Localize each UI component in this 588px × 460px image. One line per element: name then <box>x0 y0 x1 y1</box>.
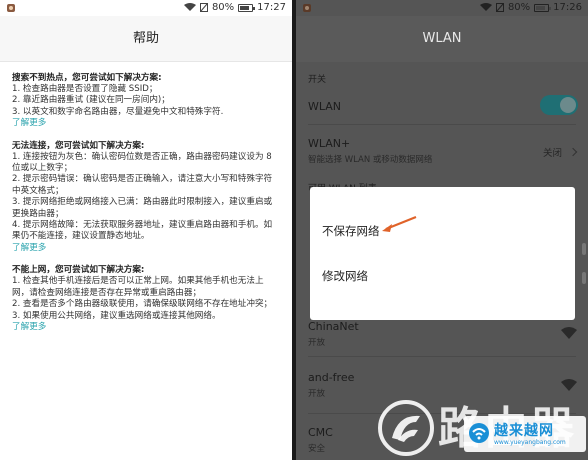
scroll-indicator <box>582 243 586 255</box>
chevron-right-icon <box>568 147 578 157</box>
status-bar: 80% 17:27 <box>0 0 292 16</box>
network-name: and-free <box>308 371 355 384</box>
help-line: 2. 提示密码错误：确认密码是否正确输入，请注意大小写和特殊字符中英文格式； <box>12 174 273 196</box>
page-title: 帮助 <box>0 16 292 62</box>
wlan-plus-description: 智能选择 WLAN 或移动数据网络 <box>308 155 433 165</box>
wifi-signal-icon <box>561 379 577 391</box>
switch-section-label: 开关 <box>308 75 327 85</box>
help-line: 3. 如果使用公共网络，建议重选网络或连接其他网络。 <box>12 310 221 321</box>
help-section-cannot-connect: 无法连接，您可尝试如下解决方案: 1. 连接按钮为灰色：确认密码位数是否正确，路… <box>12 140 280 255</box>
wlan-plus-row[interactable]: WLAN+ 智能选择 WLAN 或移动数据网络 关闭 <box>296 125 588 177</box>
forget-network-label: 不保存网络 <box>322 224 380 238</box>
modify-network-label: 修改网络 <box>322 269 368 283</box>
learn-more-link[interactable]: 了解更多 <box>12 118 280 129</box>
battery-percent: 80% <box>211 2 235 13</box>
help-line: 2. 靠近路由器重试 (建议在同一房间内)； <box>12 95 170 106</box>
forget-network-option[interactable]: 不保存网络 <box>310 209 575 254</box>
brand-logo-icon <box>378 400 434 456</box>
wlan-toggle[interactable] <box>540 95 578 115</box>
battery-icon <box>534 3 552 12</box>
help-line: 1. 检查路由器是否设置了隐藏 SSID； <box>12 84 158 94</box>
help-screen: 80% 17:27 帮助 搜索不到热点，您可尝试如下解决方案: 1. 检查路由器… <box>0 0 292 460</box>
network-name: ChinaNet <box>308 320 359 333</box>
status-bar: 80% 17:26 <box>296 0 588 16</box>
section-heading: 不能上网，您可尝试如下解决方案: <box>12 265 145 276</box>
page-title: WLAN <box>296 16 588 62</box>
modify-network-option[interactable]: 修改网络 <box>310 254 575 299</box>
help-line: 1. 连接按钮为灰色：确认密码位数是否正确，路由器密码建议设为 8 位或以上数字… <box>12 151 272 174</box>
help-line: 2. 查看是否多个路由器级联使用，请确保级联网络不存在地址冲突； <box>12 299 273 310</box>
section-heading: 搜索不到热点，您可尝试如下解决方案: <box>12 73 162 83</box>
help-line: 4. 提示网络故障：无法获取服务器地址，建议重启路由器和手机。如果仍不能连接，建… <box>12 220 273 242</box>
watermark: 路由器 越来越网 www.yueyangbang.com <box>338 398 588 460</box>
help-line: 1. 检查其他手机连接后是否可以正常上网。如果其他手机也无法上网，请检查网络连接… <box>12 276 264 298</box>
clock: 17:27 <box>257 2 286 13</box>
learn-more-link[interactable]: 了解更多 <box>12 243 280 254</box>
network-security: 开放 <box>308 338 326 348</box>
wlan-switch-row[interactable]: WLAN <box>296 86 588 124</box>
notification-icon <box>303 4 311 12</box>
wifi-status-icon <box>183 3 196 11</box>
badge-title: 越来越网 <box>494 423 554 439</box>
section-heading: 无法连接，您可尝试如下解决方案: <box>12 140 145 151</box>
help-line: 3. 提示网络拒绝或网络接入已满：路由器此时限制接入，建议重启或更换路由器； <box>12 197 273 219</box>
battery-percent: 80% <box>507 2 531 13</box>
wlan-screen: 80% 17:26 WLAN 开关 WLAN WLAN+ 智能选择 WLAN 或… <box>296 0 588 460</box>
network-options-dialog: 不保存网络 修改网络 <box>310 187 575 320</box>
signal-icon <box>199 3 208 12</box>
wifi-status-icon <box>479 3 492 11</box>
signal-icon <box>495 3 504 12</box>
pointer-arrow-icon <box>382 215 417 232</box>
help-content: 搜索不到热点，您可尝试如下解决方案: 1. 检查路由器是否设置了隐藏 SSID；… <box>0 62 292 333</box>
wlan-label: WLAN <box>308 100 342 113</box>
notification-icon <box>7 4 15 12</box>
clock: 17:26 <box>553 2 582 13</box>
badge-url: www.yueyangbang.com <box>494 439 566 446</box>
help-section-no-hotspot: 搜索不到热点，您可尝试如下解决方案: 1. 检查路由器是否设置了隐藏 SSID；… <box>12 72 280 130</box>
battery-icon <box>238 3 256 12</box>
learn-more-link[interactable]: 了解更多 <box>12 322 280 333</box>
wlan-plus-state: 关闭 <box>542 148 562 159</box>
wifi-logo-icon <box>469 423 489 443</box>
help-line: 3. 以英文和数字命名路由器，尽量避免中文和特殊字符. <box>12 106 224 117</box>
scroll-indicator <box>582 272 586 284</box>
site-badge: 越来越网 www.yueyangbang.com <box>464 416 586 452</box>
wlan-plus-label: WLAN+ <box>308 137 351 150</box>
help-section-no-internet: 不能上网，您可尝试如下解决方案: 1. 检查其他手机连接后是否可以正常上网。如果… <box>12 264 280 333</box>
wlan-plus-value: 关闭 <box>542 145 578 159</box>
wifi-signal-icon <box>561 327 577 339</box>
